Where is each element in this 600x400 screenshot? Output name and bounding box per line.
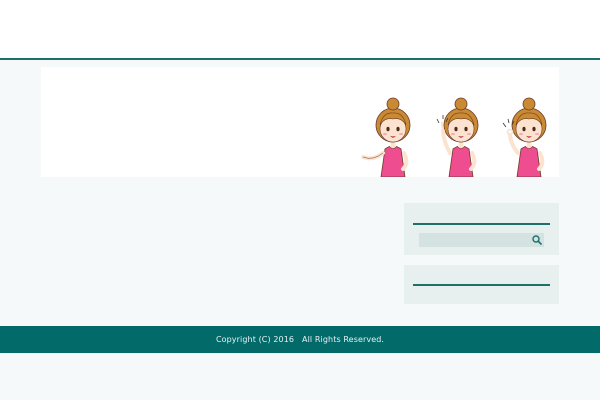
search-widget — [404, 203, 559, 255]
site-header — [0, 0, 600, 60]
girls-illustration — [361, 97, 547, 177]
site-footer: Copyright (C) 2016 All Rights Reserved. — [0, 326, 600, 353]
sidebar-widget — [404, 265, 559, 304]
header-banner — [41, 67, 559, 177]
search-button[interactable] — [529, 233, 544, 247]
search-input[interactable] — [419, 233, 544, 247]
copyright-text: Copyright (C) 2016 All Rights Reserved. — [215, 335, 385, 344]
widget-title-underline — [413, 223, 550, 225]
widget-title-underline — [413, 284, 550, 286]
page-bottom-area — [0, 353, 600, 400]
search-icon — [531, 235, 542, 245]
